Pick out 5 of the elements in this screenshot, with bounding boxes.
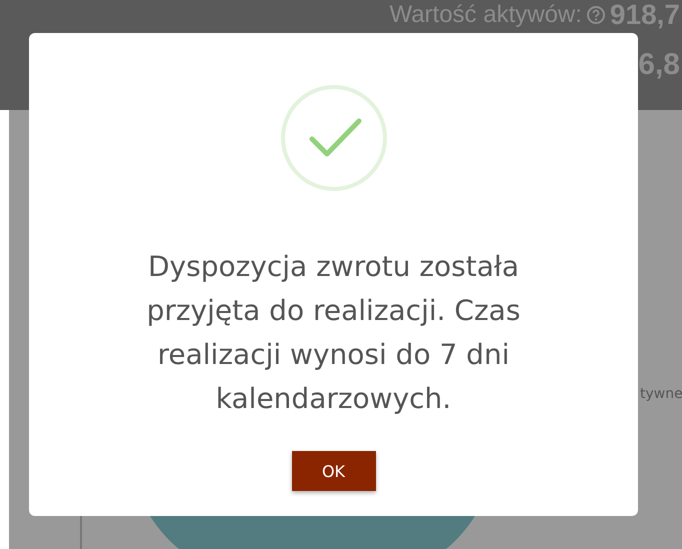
dialog-message: Dyspozycja zwrotu została przyjęta do realizacji. Czas realizacji wynosi do 7 dni kalendarzowych. <box>146 249 522 417</box>
help-icon[interactable] <box>586 5 606 25</box>
check-icon <box>278 83 388 193</box>
legend-text: tywne <box>640 386 682 402</box>
ok-button[interactable]: OK <box>292 451 376 491</box>
